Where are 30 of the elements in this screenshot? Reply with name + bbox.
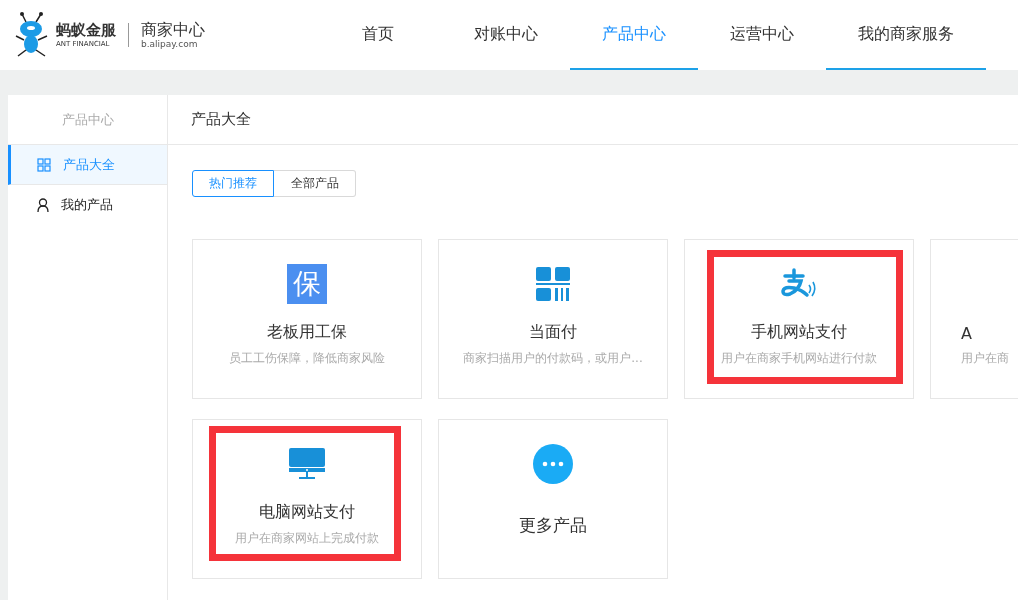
monitor-icon bbox=[289, 448, 325, 480]
person-icon bbox=[37, 198, 49, 212]
product-description: 员工工伤保障，降低商家风险 bbox=[229, 350, 385, 367]
product-title: 更多产品 bbox=[519, 514, 587, 537]
sidebar-title: 产品中心 bbox=[61, 110, 114, 129]
product-title: 手机网站支付 bbox=[751, 322, 847, 343]
product-title: 老板用工保 bbox=[267, 322, 347, 343]
nav-tab[interactable]: 我的商家服务 bbox=[826, 0, 986, 70]
nav-tab[interactable]: 首页 bbox=[314, 0, 442, 70]
filter-tab[interactable]: 全部产品 bbox=[274, 170, 356, 197]
nav-tab[interactable]: 运营中心 bbox=[698, 0, 826, 70]
product-title: A bbox=[961, 324, 972, 343]
product-title: 当面付 bbox=[529, 322, 577, 343]
more-icon bbox=[533, 444, 573, 484]
domain-text: b.alipay.com bbox=[141, 39, 199, 49]
qr-code-icon bbox=[536, 267, 570, 301]
product-description: 用户在商家手机网站进行付款 bbox=[721, 350, 877, 367]
grid-icon bbox=[37, 157, 51, 172]
product-description: 商家扫描用户的付款码，或用户... bbox=[463, 350, 643, 367]
alipay-logo-icon bbox=[780, 268, 818, 300]
sidebar-item[interactable]: 我的产品 bbox=[8, 185, 167, 225]
page-title: 产品大全 bbox=[191, 110, 251, 129]
insurance-icon: 保 bbox=[287, 264, 327, 304]
product-name: 商家中心 bbox=[141, 21, 205, 38]
nav-tab[interactable]: 对账中心 bbox=[442, 0, 570, 70]
product-description: 用户在商家网站上完成付款 bbox=[235, 530, 379, 547]
product-description: 用户在商 bbox=[961, 350, 1009, 367]
brand-name: 蚂蚁金服 bbox=[56, 22, 116, 38]
ant-logo-icon bbox=[14, 12, 50, 58]
product-title: 电脑网站支付 bbox=[259, 502, 355, 523]
